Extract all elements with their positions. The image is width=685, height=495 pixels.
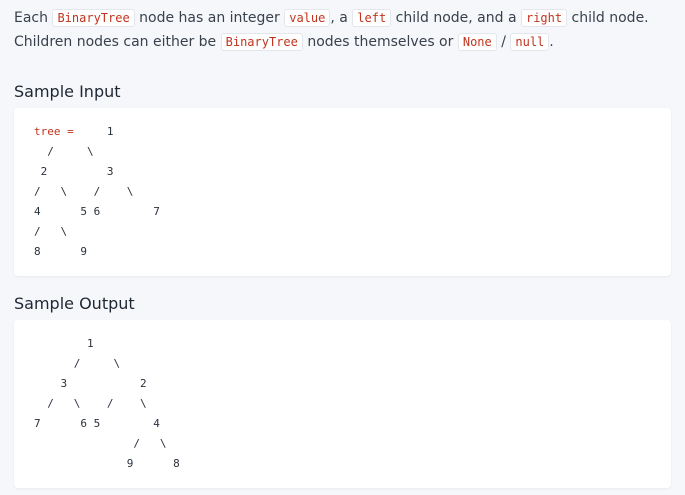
- code-none: None: [457, 33, 497, 51]
- sample-output-tree: 1 / \ 3 2 / \ / \ 7 6 5 4 / \ 9 8: [34, 337, 180, 470]
- code-value: value: [284, 9, 331, 27]
- code-left: left: [352, 9, 392, 27]
- sample-input-block: tree = tree = 1 / \ 2 3 / \ / \ 4 5 6 7 …: [14, 108, 671, 276]
- sample-input-tree-text: 1 / \ 2 3 / \ / \ 4 5 6 7 / \ 8 9: [34, 125, 160, 258]
- code-binarytree: BinaryTree: [52, 9, 135, 27]
- sample-input-heading: Sample Input: [14, 82, 121, 101]
- code-null: null: [510, 33, 550, 51]
- sample-output-block: 1 / \ 3 2 / \ / \ 7 6 5 4 / \ 9 8: [14, 320, 671, 488]
- code-right: right: [520, 9, 568, 27]
- problem-description: Each BinaryTree node has an integer valu…: [14, 9, 649, 51]
- code-binarytree-2: BinaryTree: [220, 33, 303, 51]
- sample-output-heading: Sample Output: [14, 294, 135, 313]
- sample-input-tree: tree = 1 / \ 2 3 / \ / \ 4 5 6 7 / \ 8 9: [34, 122, 160, 262]
